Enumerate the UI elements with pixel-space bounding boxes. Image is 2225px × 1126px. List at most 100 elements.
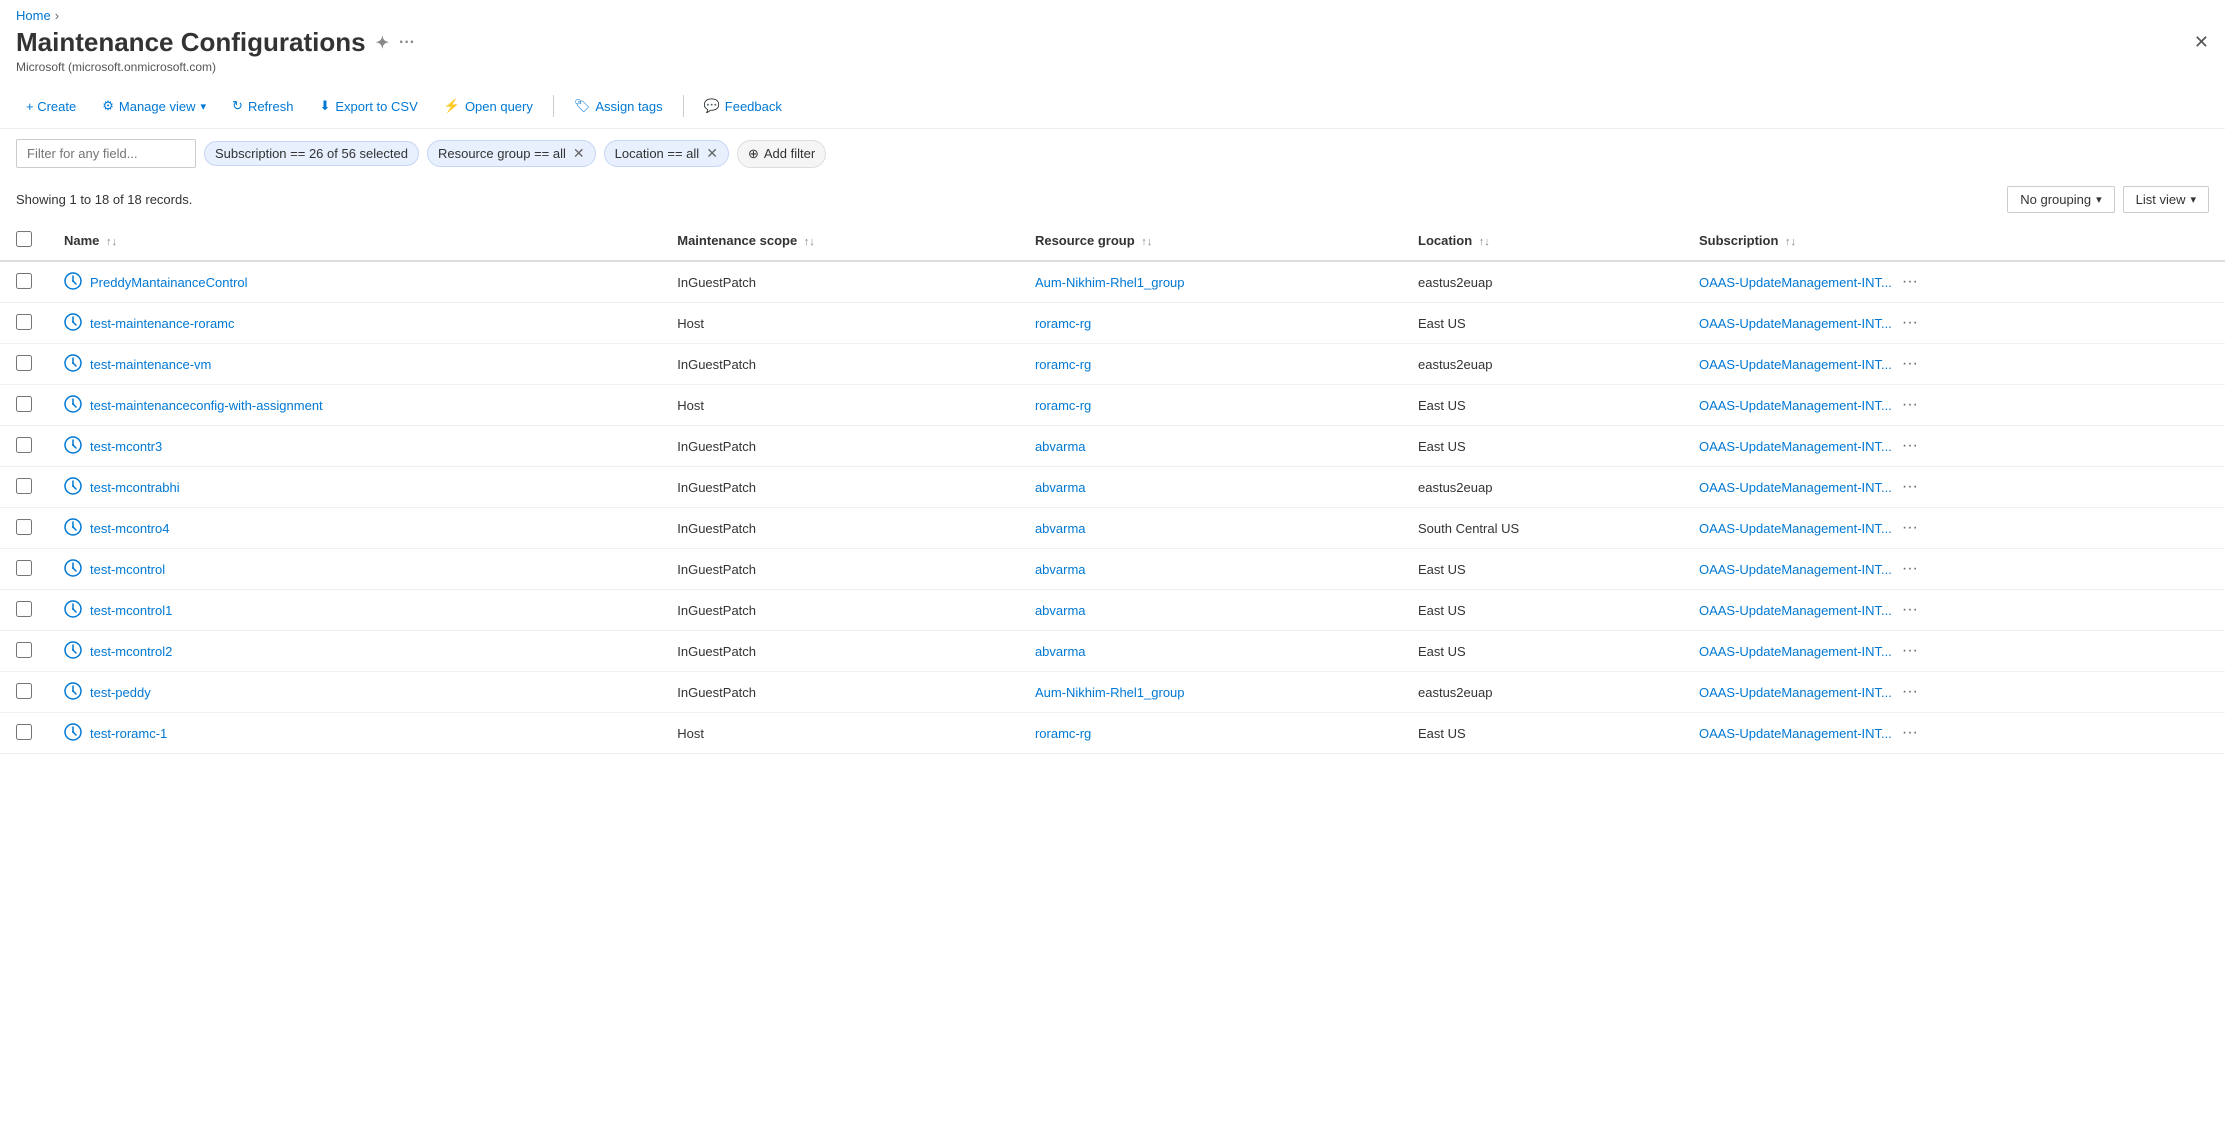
page-title: Maintenance Configurations xyxy=(16,27,366,58)
scope-cell: InGuestPatch xyxy=(661,344,1019,385)
view-dropdown[interactable]: List view ▾ xyxy=(2123,186,2209,213)
resource-name-link[interactable]: test-mcontr3 xyxy=(90,439,162,454)
refresh-button[interactable]: ↻ Refresh xyxy=(222,92,303,120)
resource-icon xyxy=(64,477,82,498)
resource-group-link[interactable]: Aum-Nikhim-Rhel1_group xyxy=(1035,275,1185,290)
subscription-link[interactable]: OAAS-UpdateManagement-INT... xyxy=(1699,480,1892,495)
resource-name-link[interactable]: test-maintenance-vm xyxy=(90,357,211,372)
col-header-subscription[interactable]: Subscription ↑↓ xyxy=(1683,221,2225,261)
resource-name-link[interactable]: test-mcontrabhi xyxy=(90,480,180,495)
subscription-link[interactable]: OAAS-UpdateManagement-INT... xyxy=(1699,521,1892,536)
grouping-dropdown[interactable]: No grouping ▾ xyxy=(2007,186,2114,213)
row-more-button[interactable]: ··· xyxy=(1896,517,1924,539)
subscription-link[interactable]: OAAS-UpdateManagement-INT... xyxy=(1699,316,1892,331)
resource-name-link[interactable]: test-mcontrol2 xyxy=(90,644,172,659)
resource-name-link[interactable]: test-maintenanceconfig-with-assignment xyxy=(90,398,323,413)
grouping-label: No grouping xyxy=(2020,192,2091,207)
row-more-button[interactable]: ··· xyxy=(1896,681,1924,703)
feedback-icon: 💬 xyxy=(704,98,720,114)
resource-group-link[interactable]: abvarma xyxy=(1035,480,1086,495)
filter-icon: ⊕ xyxy=(748,146,759,162)
resource-name-link[interactable]: test-mcontrol xyxy=(90,562,165,577)
subscription-link[interactable]: OAAS-UpdateManagement-INT... xyxy=(1699,439,1892,454)
subscription-link[interactable]: OAAS-UpdateManagement-INT... xyxy=(1699,603,1892,618)
row-checkbox[interactable] xyxy=(16,478,32,494)
subscription-link[interactable]: OAAS-UpdateManagement-INT... xyxy=(1699,644,1892,659)
resource-group-link[interactable]: roramc-rg xyxy=(1035,357,1091,372)
close-button[interactable]: ✕ xyxy=(2194,32,2209,53)
resource-group-link[interactable]: roramc-rg xyxy=(1035,726,1091,741)
row-more-button[interactable]: ··· xyxy=(1896,722,1924,744)
resource-group-link[interactable]: Aum-Nikhim-Rhel1_group xyxy=(1035,685,1185,700)
row-more-button[interactable]: ··· xyxy=(1896,599,1924,621)
resource-name-link[interactable]: test-roramc-1 xyxy=(90,726,167,741)
resource-group-link[interactable]: abvarma xyxy=(1035,439,1086,454)
row-more-button[interactable]: ··· xyxy=(1896,353,1924,375)
row-checkbox[interactable] xyxy=(16,314,32,330)
add-filter-button[interactable]: ⊕ Add filter xyxy=(737,140,826,168)
open-query-button[interactable]: ⚡ Open query xyxy=(434,92,543,120)
row-checkbox[interactable] xyxy=(16,355,32,371)
location-filter-tag[interactable]: Location == all ✕ xyxy=(604,140,729,167)
list-header: Showing 1 to 18 of 18 records. No groupi… xyxy=(0,178,2225,221)
pin-icon[interactable]: ✦ xyxy=(376,33,389,53)
filter-input[interactable] xyxy=(16,139,196,168)
assign-tags-button[interactable]: 🏷 Assign tags xyxy=(564,92,673,120)
export-csv-button[interactable]: ⬇ Export to CSV xyxy=(309,92,427,120)
row-more-button[interactable]: ··· xyxy=(1896,435,1924,457)
select-all-checkbox[interactable] xyxy=(16,231,32,247)
resource-icon xyxy=(64,559,82,580)
subscription-filter-tag[interactable]: Subscription == 26 of 56 selected xyxy=(204,141,419,166)
resource-group-link[interactable]: abvarma xyxy=(1035,644,1086,659)
row-checkbox[interactable] xyxy=(16,273,32,289)
row-checkbox[interactable] xyxy=(16,396,32,412)
col-header-scope[interactable]: Maintenance scope ↑↓ xyxy=(661,221,1019,261)
scope-cell: Host xyxy=(661,303,1019,344)
resource-group-link[interactable]: abvarma xyxy=(1035,521,1086,536)
resource-group-filter-tag[interactable]: Resource group == all ✕ xyxy=(427,140,596,167)
row-checkbox[interactable] xyxy=(16,683,32,699)
subscription-link[interactable]: OAAS-UpdateManagement-INT... xyxy=(1699,398,1892,413)
resource-name-link[interactable]: test-mcontro4 xyxy=(90,521,169,536)
feedback-button[interactable]: 💬 Feedback xyxy=(694,92,792,120)
row-checkbox[interactable] xyxy=(16,519,32,535)
subscription-link[interactable]: OAAS-UpdateManagement-INT... xyxy=(1699,562,1892,577)
resource-name-link[interactable]: test-maintenance-roramc xyxy=(90,316,235,331)
row-checkbox[interactable] xyxy=(16,560,32,576)
location-filter-remove[interactable]: ✕ xyxy=(706,145,718,162)
resource-name-link[interactable]: test-peddy xyxy=(90,685,151,700)
subscription-link[interactable]: OAAS-UpdateManagement-INT... xyxy=(1699,357,1892,372)
row-more-button[interactable]: ··· xyxy=(1896,394,1924,416)
location-cell: East US xyxy=(1402,303,1683,344)
col-header-resource-group[interactable]: Resource group ↑↓ xyxy=(1019,221,1402,261)
row-more-button[interactable]: ··· xyxy=(1896,312,1924,334)
row-more-button[interactable]: ··· xyxy=(1896,476,1924,498)
create-button[interactable]: + Create xyxy=(16,93,86,120)
resource-group-filter-remove[interactable]: ✕ xyxy=(573,145,585,162)
subscription-link[interactable]: OAAS-UpdateManagement-INT... xyxy=(1699,275,1892,290)
scope-cell: Host xyxy=(661,385,1019,426)
manage-view-button[interactable]: ⚙ Manage view ▾ xyxy=(92,92,216,120)
subscription-link[interactable]: OAAS-UpdateManagement-INT... xyxy=(1699,726,1892,741)
more-options-icon[interactable]: ··· xyxy=(399,34,415,52)
resource-group-link[interactable]: roramc-rg xyxy=(1035,398,1091,413)
row-checkbox[interactable] xyxy=(16,601,32,617)
resource-group-link[interactable]: abvarma xyxy=(1035,562,1086,577)
col-header-location[interactable]: Location ↑↓ xyxy=(1402,221,1683,261)
query-icon: ⚡ xyxy=(444,98,460,114)
location-cell: East US xyxy=(1402,713,1683,754)
resource-icon xyxy=(64,272,82,293)
row-more-button[interactable]: ··· xyxy=(1896,640,1924,662)
resource-name-link[interactable]: PreddyMantainanceControl xyxy=(90,275,248,290)
row-more-button[interactable]: ··· xyxy=(1896,271,1924,293)
row-checkbox[interactable] xyxy=(16,437,32,453)
row-checkbox[interactable] xyxy=(16,724,32,740)
resource-name-link[interactable]: test-mcontrol1 xyxy=(90,603,172,618)
col-header-name[interactable]: Name ↑↓ xyxy=(48,221,661,261)
subscription-link[interactable]: OAAS-UpdateManagement-INT... xyxy=(1699,685,1892,700)
breadcrumb-home[interactable]: Home xyxy=(16,8,51,23)
row-checkbox[interactable] xyxy=(16,642,32,658)
row-more-button[interactable]: ··· xyxy=(1896,558,1924,580)
resource-group-link[interactable]: abvarma xyxy=(1035,603,1086,618)
resource-group-link[interactable]: roramc-rg xyxy=(1035,316,1091,331)
